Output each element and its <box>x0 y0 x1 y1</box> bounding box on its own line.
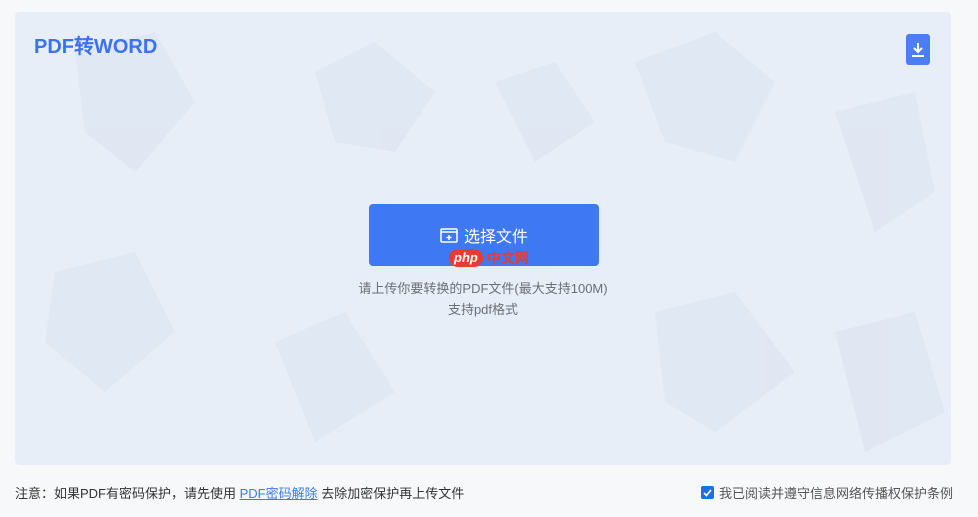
notice-suffix: 去除加密保护再上传文件 <box>317 486 465 501</box>
watermark-text: 中文网 <box>486 250 529 266</box>
select-file-label: 选择文件 <box>463 229 528 246</box>
pdf-password-link[interactable]: PDF密码解除 <box>240 486 318 501</box>
php-watermark: php 中文网 <box>449 248 529 268</box>
check-icon <box>703 488 712 497</box>
password-notice: 注意：如果PDF有密码保护，请先使用 PDF密码解除 去除加密保护再上传文件 <box>15 483 464 502</box>
agreement-checkbox[interactable] <box>700 486 714 499</box>
notice-prefix: 注意：如果PDF有密码保护，请先使用 <box>15 486 240 501</box>
upload-panel: PDF转WORD 选择文件 php 中文网 请上传你要转换的PDF文件(最大支持… <box>15 12 951 465</box>
agreement-label: 我已阅读并遵守信息网络传播权保护条例 <box>718 486 953 501</box>
agreement: 我已阅读并遵守信息网络传播权保护条例 <box>700 483 953 502</box>
format-hint: 支持pdf格式 <box>447 302 519 317</box>
page-title: PDF转WORD <box>34 36 158 58</box>
download-icon <box>912 42 924 57</box>
watermark-badge: php <box>449 249 483 267</box>
folder-icon <box>440 227 458 243</box>
download-button[interactable] <box>906 34 930 65</box>
upload-hint: 请上传你要转换的PDF文件(最大支持100M) <box>358 281 608 296</box>
